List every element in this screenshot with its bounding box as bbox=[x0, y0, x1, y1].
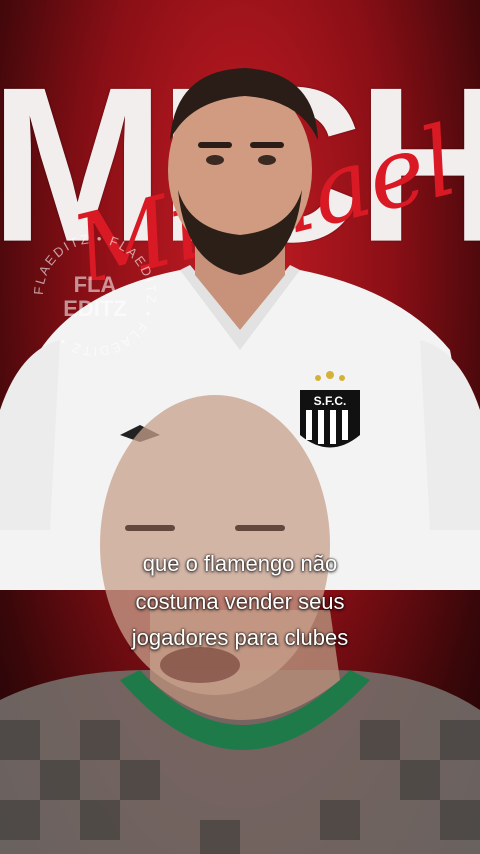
watermark-center-line2: EDITZ bbox=[63, 296, 127, 321]
watermark-logo: FLAEDITZ • FLAEDITZ • FLAEDITZ • FLA EDI… bbox=[31, 231, 157, 359]
watermark-center-line1: FLA bbox=[74, 272, 117, 297]
caption-line-1: que o flamengo não bbox=[142, 551, 338, 576]
caption-line-3: jogadores para clubes bbox=[131, 625, 349, 650]
video-frame: MICHAEL Michael S.F.C. bbox=[0, 0, 480, 854]
caption-line-2: costuma vender seus bbox=[135, 589, 345, 614]
